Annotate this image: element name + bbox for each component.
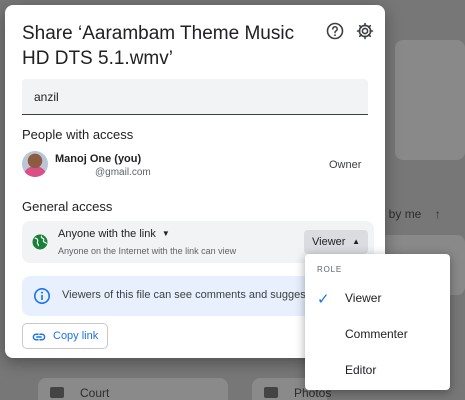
- copy-link-button[interactable]: Copy link: [22, 323, 108, 349]
- role-menu-header: ROLE: [317, 265, 342, 274]
- general-access-title: General access: [22, 199, 113, 214]
- general-access-description: Anyone on the Internet with the link can…: [58, 246, 237, 256]
- role-option-label: Commenter: [345, 327, 408, 341]
- avatar: [22, 151, 48, 177]
- add-people-input[interactable]: [22, 79, 368, 115]
- dropdown-arrow-icon: ▼: [161, 229, 170, 238]
- dialog-title: Share ‘Aarambam Theme Music HD DTS 5.1.w…: [22, 23, 295, 69]
- role-option-viewer[interactable]: ✓ Viewer: [305, 281, 450, 315]
- link-icon: [32, 333, 46, 341]
- dropdown-arrow-icon: ▲: [352, 237, 360, 246]
- person-email: @gmail.com: [95, 167, 151, 178]
- general-access-dropdown[interactable]: Anyone with the link ▼: [58, 228, 170, 240]
- role-option-editor[interactable]: Editor: [305, 353, 450, 387]
- sort-arrow-icon[interactable]: ↑: [435, 207, 441, 221]
- folder-icon: [264, 387, 278, 398]
- role-option-label: Editor: [345, 363, 377, 377]
- person-name: Manoj One (you): [55, 153, 142, 165]
- gear-icon[interactable]: [355, 21, 375, 41]
- globe-icon: [32, 234, 48, 250]
- general-access-setting: Anyone with the link: [58, 228, 156, 240]
- info-icon: [34, 288, 50, 304]
- background-folder[interactable]: Court: [38, 378, 228, 400]
- info-banner-text: Viewers of this file can see comments an…: [62, 289, 329, 301]
- role-menu: ROLE ✓ Viewer Commenter Editor: [305, 254, 450, 390]
- background-panel: [395, 40, 465, 160]
- help-circle-icon[interactable]: [325, 21, 345, 41]
- role-option-commenter[interactable]: Commenter: [305, 317, 450, 351]
- folder-icon: [50, 387, 64, 398]
- people-section-title: People with access: [22, 127, 134, 142]
- role-dropdown-label: Viewer: [312, 236, 346, 248]
- copy-link-label: Copy link: [53, 330, 99, 342]
- check-icon: ✓: [317, 291, 330, 308]
- owner-role-label: Owner: [329, 159, 362, 171]
- role-dropdown-button[interactable]: Viewer ▲: [304, 230, 368, 254]
- role-option-label: Viewer: [345, 291, 382, 305]
